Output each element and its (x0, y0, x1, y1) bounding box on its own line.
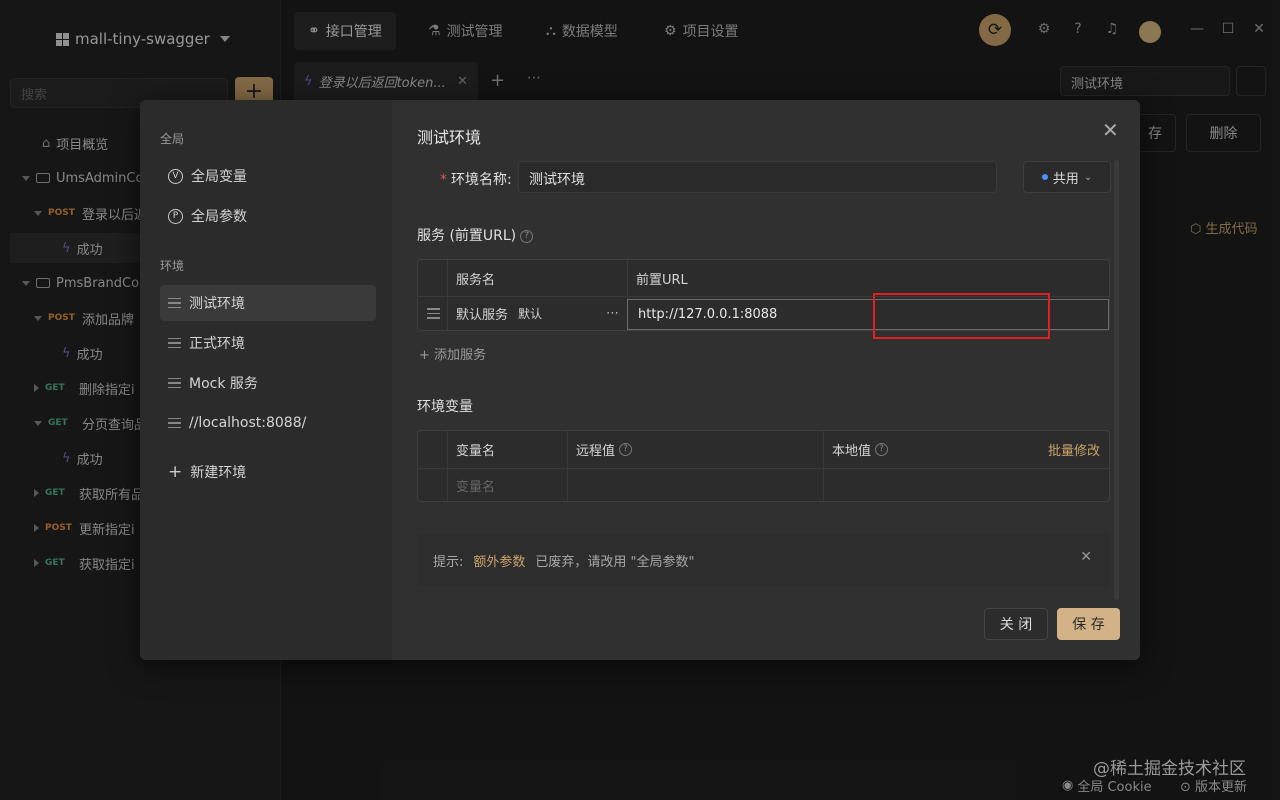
close-icon[interactable]: ✕ (1080, 549, 1092, 565)
more-icon[interactable]: ⋯ (606, 306, 619, 321)
modal-title: 测试环境 (417, 128, 482, 147)
global-vars-item[interactable]: V 全局变量 (160, 158, 376, 194)
item-label: 全局变量 (191, 169, 247, 185)
drag-handle-icon[interactable] (168, 417, 181, 429)
env-item-prod[interactable]: 正式环境 (160, 325, 376, 361)
item-label: 测试环境 (189, 296, 245, 312)
vars-table: 变量名 远程值? 本地值? 批量修改 变量名 (417, 430, 1110, 502)
service-name: 默认服务 (456, 308, 509, 323)
status-dot-icon (1041, 174, 1048, 180)
save-button[interactable]: 保 存 (1057, 608, 1120, 640)
update-label: 版本更新 (1195, 780, 1248, 795)
modal-content: 测试环境 ✕ * 环境名称: 测试环境 共用 ⌄ 服务 (前置URL)? 服务名 … (392, 100, 1140, 660)
new-env-button[interactable]: + 新建环境 (160, 454, 376, 490)
help-icon[interactable]: ? (875, 443, 889, 456)
table-row: 变量名 (418, 469, 1109, 501)
column-header: 远程值? (568, 431, 824, 468)
column-header: 变量名 (448, 431, 568, 468)
shared-label: 共用 (1052, 171, 1079, 187)
drag-handle-icon[interactable] (168, 337, 181, 349)
default-badge: 默认 (518, 307, 543, 321)
env-item-mock[interactable]: Mock 服务 (160, 365, 376, 401)
env-item-test[interactable]: 测试环境 (160, 285, 376, 321)
local-value-input[interactable] (824, 469, 1109, 501)
env-name-label: * 环境名称: (440, 169, 512, 189)
service-name-cell: 默认服务 默认 ⋯ (448, 297, 628, 330)
scrollbar[interactable] (1114, 160, 1119, 600)
param-icon: P (168, 208, 183, 224)
cookie-label: 全局 Cookie (1077, 780, 1152, 795)
add-service-label: 添加服务 (434, 348, 487, 363)
required-icon: * (440, 172, 447, 188)
close-icon[interactable]: ✕ (1102, 118, 1119, 142)
table-header: 服务名 前置URL (418, 260, 1109, 297)
column-header: 前置URL (636, 272, 688, 288)
vars-section-title: 环境变量 (417, 399, 473, 415)
drag-handle-icon[interactable] (418, 297, 448, 330)
item-label: 新建环境 (190, 465, 247, 481)
item-label: Mock 服务 (189, 376, 258, 392)
env-item-localhost[interactable]: //localhost:8088/ (160, 405, 376, 441)
handle-col (418, 260, 448, 296)
deprecation-tip: 提示: 额外参数 已废弃，请改用 "全局参数" ✕ (417, 533, 1110, 587)
drag-handle-icon[interactable] (168, 297, 181, 309)
tip-highlight: 额外参数 (473, 554, 526, 570)
help-icon[interactable]: ? (619, 443, 633, 456)
env-name-input[interactable]: 测试环境 (518, 161, 997, 193)
environment-modal: 全局 V 全局变量 P 全局参数 环境 测试环境 正式环境 Mock 服务 //… (140, 100, 1140, 660)
item-label: 正式环境 (189, 336, 245, 352)
service-section-title: 服务 (前置URL)? (417, 225, 534, 245)
service-title-text: 服务 (前置URL) (417, 228, 517, 244)
shared-dropdown[interactable]: 共用 ⌄ (1023, 161, 1111, 193)
column-header-text: 本地值 (832, 444, 872, 459)
handle-col (418, 469, 448, 501)
modal-sidebar: 全局 V 全局变量 P 全局参数 环境 测试环境 正式环境 Mock 服务 //… (140, 100, 392, 660)
cookie-icon: ◉ (1062, 778, 1074, 793)
global-section-label: 全局 (160, 132, 185, 146)
item-label: //localhost:8088/ (189, 415, 307, 431)
variable-icon: V (168, 168, 183, 184)
plus-icon: + (419, 348, 430, 363)
tip-text: 已废弃，请改用 "全局参数" (535, 554, 695, 570)
env-name-label-text: 环境名称: (451, 172, 512, 188)
drag-handle-icon[interactable] (168, 377, 181, 389)
global-cookie-button[interactable]: ◉ 全局 Cookie (1062, 776, 1152, 795)
column-header: 服务名 (448, 260, 628, 296)
update-icon: ⊙ (1180, 780, 1191, 795)
table-header: 变量名 远程值? 本地值? 批量修改 (418, 431, 1109, 469)
batch-edit-link[interactable]: 批量修改 (1048, 440, 1100, 459)
column-header: 本地值? 批量修改 (824, 431, 1109, 468)
tip-prefix: 提示: (433, 554, 464, 570)
chevron-down-icon: ⌄ (1083, 171, 1093, 183)
column-header-text: 远程值 (576, 444, 616, 459)
update-button[interactable]: ⊙ 版本更新 (1180, 776, 1247, 795)
global-params-item[interactable]: P 全局参数 (160, 198, 376, 234)
var-name-input[interactable]: 变量名 (448, 469, 568, 501)
handle-col (418, 431, 448, 468)
item-label: 全局参数 (191, 209, 247, 225)
plus-icon: + (168, 462, 183, 482)
help-icon[interactable]: ? (520, 229, 534, 243)
add-service-button[interactable]: + 添加服务 (419, 344, 486, 363)
highlight-box (873, 293, 1050, 339)
remote-value-input[interactable] (568, 469, 824, 501)
env-section-label: 环境 (160, 259, 185, 273)
close-button[interactable]: 关 闭 (984, 608, 1048, 640)
